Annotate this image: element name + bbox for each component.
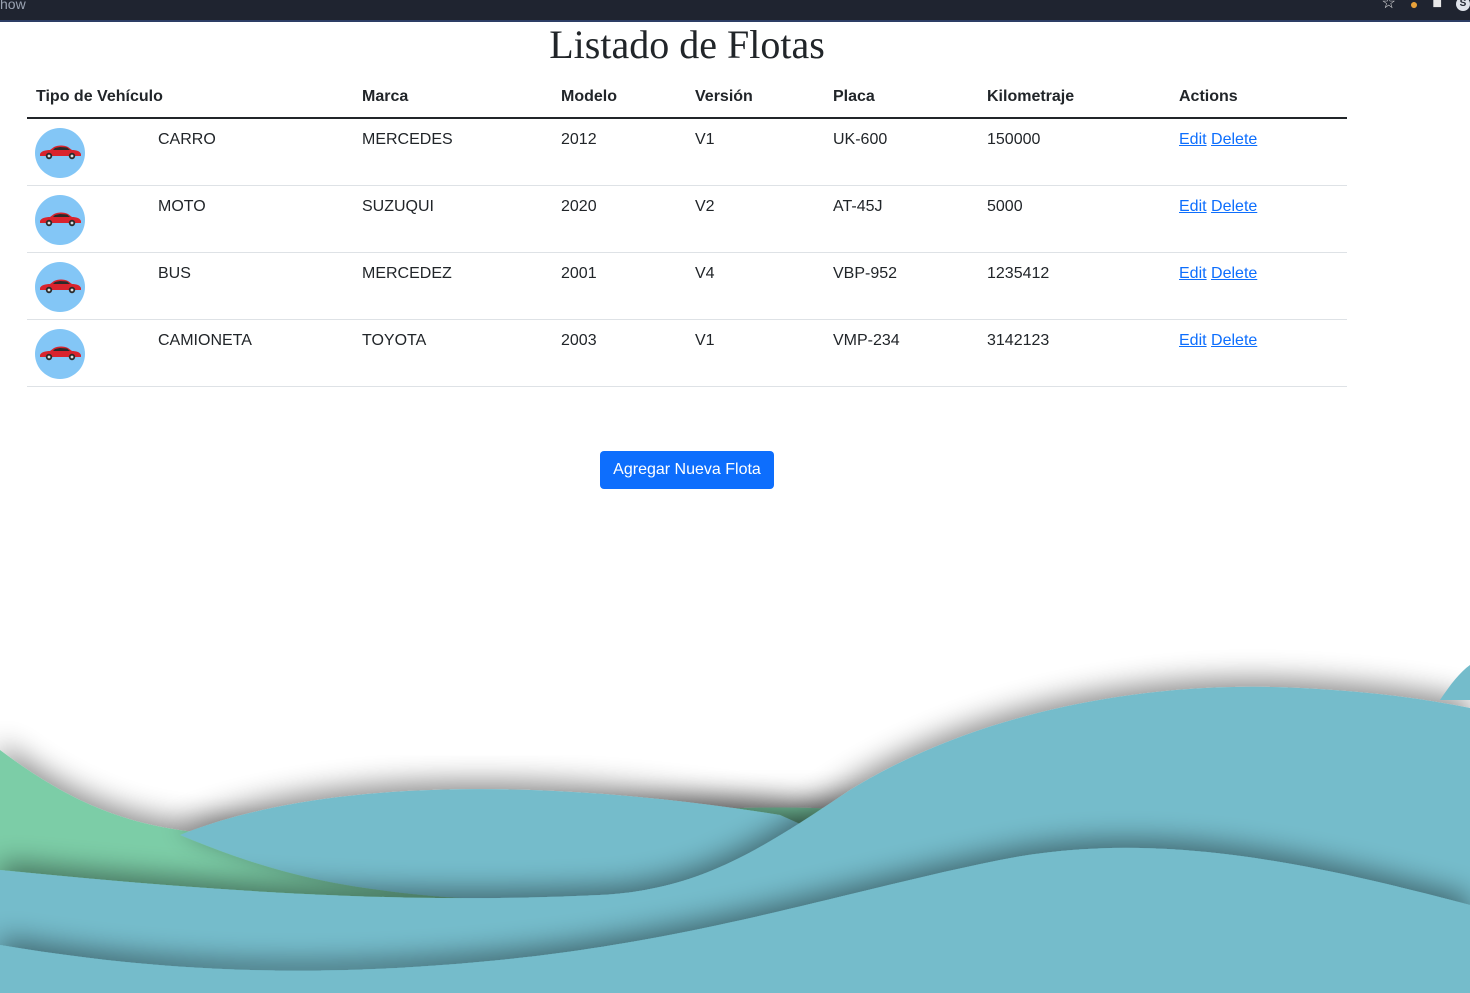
delete-link[interactable]: Delete	[1211, 198, 1257, 215]
edit-link[interactable]: Edit	[1179, 131, 1207, 148]
vehicle-model: 2012	[561, 131, 597, 148]
delete-link[interactable]: Delete	[1211, 131, 1257, 148]
profile-avatar[interactable]: S	[1456, 0, 1470, 11]
cell-version: V4	[686, 252, 824, 320]
vehicle-plate: AT-45J	[833, 198, 883, 215]
delete-link[interactable]: Delete	[1211, 332, 1257, 349]
cell-marca: SUZUQUI	[353, 185, 552, 253]
header-tipo: Tipo de Vehículo	[27, 76, 353, 119]
vehicle-version: V1	[695, 332, 715, 349]
edit-link[interactable]: Edit	[1179, 265, 1207, 282]
decorative-waves	[0, 665, 1470, 993]
vehicle-type: CAMIONETA	[158, 332, 252, 349]
vehicle-version: V1	[695, 131, 715, 148]
cell-actions: Edit Delete	[1170, 319, 1347, 387]
header-actions: Actions	[1170, 76, 1347, 119]
vehicle-mileage: 150000	[987, 131, 1041, 148]
cell-modelo: 2003	[552, 319, 686, 387]
table-row: BUS MERCEDEZ 2001 V4 VBP-952 1235412 Edit Dele…	[27, 252, 1347, 320]
vehicle-mileage: 3142123	[987, 332, 1050, 349]
cell-placa: UK-600	[824, 118, 978, 186]
vehicle-model: 2020	[561, 198, 597, 215]
cell-tipo: MOTO	[27, 185, 353, 253]
vehicle-model: 2003	[561, 332, 597, 349]
edit-link[interactable]: Edit	[1179, 332, 1207, 349]
cell-tipo: CARRO	[27, 118, 353, 186]
cell-placa: VBP-952	[824, 252, 978, 320]
cell-tipo: CAMIONETA	[27, 319, 353, 387]
cell-marca: MERCEDES	[353, 118, 552, 186]
browser-partial-text: how	[0, 0, 26, 12]
cell-version: V2	[686, 185, 824, 253]
page-title: Listado de Flotas	[549, 22, 825, 67]
cell-version: V1	[686, 319, 824, 387]
vehicle-model: 2001	[561, 265, 597, 282]
car-icon	[35, 195, 85, 245]
cell-kilometraje: 3142123	[978, 319, 1170, 387]
car-icon	[35, 329, 85, 379]
vehicle-plate: VMP-234	[833, 332, 900, 349]
browser-toolbar-icons: ☆ ● ■ S	[1382, 0, 1470, 14]
cell-placa: VMP-234	[824, 319, 978, 387]
cell-actions: Edit Delete	[1170, 252, 1347, 320]
car-icon	[35, 262, 85, 312]
vehicle-plate: VBP-952	[833, 265, 898, 282]
table-row: CARRO MERCEDES 2012 V1 UK-600 150000 Edit Dele…	[27, 118, 1347, 186]
vehicle-version: V4	[695, 265, 715, 282]
cell-actions: Edit Delete	[1170, 185, 1347, 253]
fleet-table: Tipo de Vehículo Marca Modelo Versión Pl…	[27, 76, 1347, 387]
browser-bar: how ☆ ● ■ S	[0, 0, 1470, 22]
cell-modelo: 2001	[552, 252, 686, 320]
cell-kilometraje: 5000	[978, 185, 1170, 253]
vehicle-plate: UK-600	[833, 131, 888, 148]
vehicle-brand: MERCEDEZ	[362, 265, 452, 282]
header-kilometraje: Kilometraje	[978, 76, 1170, 119]
edit-link[interactable]: Edit	[1179, 198, 1207, 215]
star-icon[interactable]: ☆	[1382, 0, 1396, 12]
cell-kilometraje: 1235412	[978, 252, 1170, 320]
extension-puzzle-icon[interactable]: ■	[1432, 0, 1442, 12]
delete-link[interactable]: Delete	[1211, 265, 1257, 282]
vehicle-brand: SUZUQUI	[362, 198, 434, 215]
vehicle-brand: MERCEDES	[362, 131, 453, 148]
vehicle-type: MOTO	[158, 198, 206, 215]
car-icon	[35, 128, 85, 178]
cell-marca: TOYOTA	[353, 319, 552, 387]
table-header-row: Tipo de Vehículo Marca Modelo Versión Pl…	[27, 76, 1347, 119]
vehicle-brand: TOYOTA	[362, 332, 427, 349]
vehicle-mileage: 5000	[987, 198, 1023, 215]
extension-icon[interactable]: ●	[1410, 0, 1418, 12]
vehicle-type: CARRO	[158, 131, 216, 148]
cell-modelo: 2012	[552, 118, 686, 186]
header-placa: Placa	[824, 76, 978, 119]
cell-marca: MERCEDEZ	[353, 252, 552, 320]
table-row: MOTO SUZUQUI 2020 V2 AT-45J 5000 Edit Delete	[27, 185, 1347, 253]
cell-modelo: 2020	[552, 185, 686, 253]
vehicle-type: BUS	[158, 265, 191, 282]
cell-kilometraje: 150000	[978, 118, 1170, 186]
vehicle-version: V2	[695, 198, 715, 215]
table-row: CAMIONETA TOYOTA 2003 V1 VMP-234 3142123 Edit …	[27, 319, 1347, 387]
header-modelo: Modelo	[552, 76, 686, 119]
cell-version: V1	[686, 118, 824, 186]
vehicle-mileage: 1235412	[987, 265, 1050, 282]
header-version: Versión	[686, 76, 824, 119]
add-fleet-button[interactable]: Agregar Nueva Flota	[600, 451, 774, 489]
cell-placa: AT-45J	[824, 185, 978, 253]
cell-tipo: BUS	[27, 252, 353, 320]
header-marca: Marca	[353, 76, 552, 119]
cell-actions: Edit Delete	[1170, 118, 1347, 186]
